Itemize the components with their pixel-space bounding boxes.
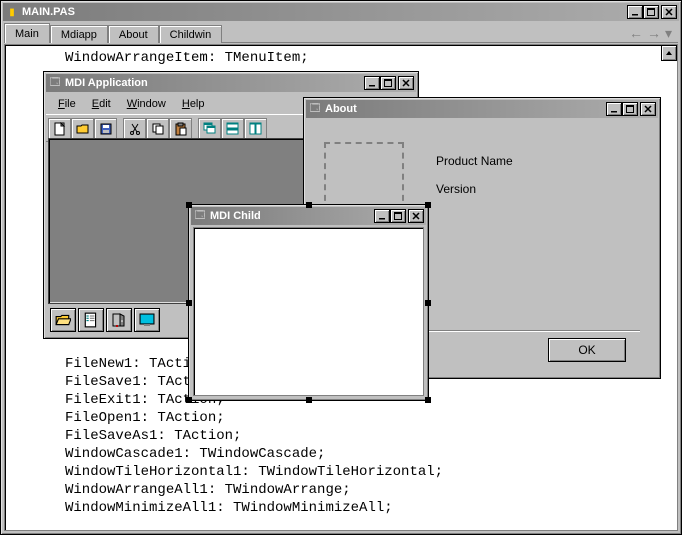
close-button[interactable]: [398, 76, 414, 90]
minimize-button[interactable]: [364, 76, 380, 90]
minimize-button[interactable]: [627, 5, 643, 19]
menu-edit[interactable]: Edit: [84, 96, 119, 112]
props-icon[interactable]: [78, 308, 104, 332]
new-icon[interactable]: [48, 118, 71, 140]
menu-help[interactable]: Help: [174, 96, 213, 112]
menu-file[interactable]: File: [50, 96, 84, 112]
minimize-button[interactable]: [374, 209, 390, 223]
close-button[interactable]: [640, 102, 656, 116]
product-name-label: Product Name: [436, 154, 513, 168]
maximize-button[interactable]: [643, 5, 659, 19]
app-icon: 🗔: [193, 209, 207, 223]
resize-handle[interactable]: [306, 397, 312, 403]
file-icon: ▮: [5, 5, 19, 19]
tab-main[interactable]: Main: [4, 23, 50, 43]
main-title: MAIN.PAS: [22, 6, 627, 18]
resize-handle[interactable]: [425, 202, 431, 208]
openfolder-icon[interactable]: [50, 308, 76, 332]
copy-icon[interactable]: [146, 118, 169, 140]
tile-v-icon[interactable]: [244, 118, 267, 140]
mdi-child-window[interactable]: 🗔 MDI Child: [188, 204, 429, 401]
nav-back-icon[interactable]: ←: [629, 25, 643, 42]
resize-handle[interactable]: [186, 202, 192, 208]
minimize-button[interactable]: [606, 102, 622, 116]
menu-window[interactable]: Window: [119, 96, 174, 112]
cascade-icon[interactable]: [198, 118, 221, 140]
resize-handle[interactable]: [306, 202, 312, 208]
tab-mdiapp[interactable]: Mdiapp: [50, 25, 108, 43]
child-titlebar[interactable]: 🗔 MDI Child: [191, 207, 426, 225]
tile-h-icon[interactable]: [221, 118, 244, 140]
close-button[interactable]: [661, 5, 677, 19]
child-title: MDI Child: [210, 210, 374, 222]
version-label: Version: [436, 182, 476, 196]
tab-about[interactable]: About: [108, 25, 159, 43]
tab-bar: Main Mdiapp About Childwin ← → ▾: [4, 23, 678, 43]
app-icon: 🗔: [48, 76, 62, 90]
cut-icon[interactable]: [123, 118, 146, 140]
tab-childwin[interactable]: Childwin: [159, 25, 223, 43]
maximize-button[interactable]: [622, 102, 638, 116]
open-icon[interactable]: [71, 118, 94, 140]
main-titlebar[interactable]: ▮ MAIN.PAS: [3, 3, 679, 21]
about-title: About: [325, 103, 606, 115]
mdi-title: MDI Application: [65, 77, 364, 89]
maximize-button[interactable]: [380, 76, 396, 90]
about-titlebar[interactable]: 🗔 About: [306, 100, 658, 118]
desktop-icon[interactable]: [134, 308, 160, 332]
resize-handle[interactable]: [425, 397, 431, 403]
resize-handle[interactable]: [186, 300, 192, 306]
ok-button[interactable]: OK: [548, 338, 626, 362]
exit-icon[interactable]: [106, 308, 132, 332]
mdi-titlebar[interactable]: 🗔 MDI Application: [46, 74, 416, 92]
paste-icon[interactable]: [169, 118, 192, 140]
nav-dropdown-icon[interactable]: ▾: [665, 25, 672, 42]
save-icon[interactable]: [94, 118, 117, 140]
child-client-area: [193, 227, 424, 396]
resize-handle[interactable]: [186, 397, 192, 403]
scroll-up-button[interactable]: [661, 45, 677, 61]
app-icon: 🗔: [308, 102, 322, 116]
resize-handle[interactable]: [425, 300, 431, 306]
maximize-button[interactable]: [390, 209, 406, 223]
close-button[interactable]: [408, 209, 424, 223]
nav-forward-icon[interactable]: →: [647, 25, 661, 42]
